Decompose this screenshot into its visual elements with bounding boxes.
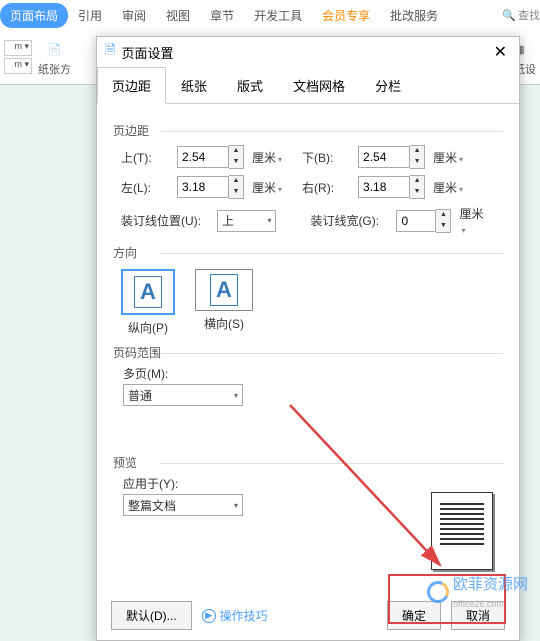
spin-up-icon[interactable]: ▲ [410,176,424,187]
group-orientation: 方向 [113,244,503,261]
dialog-title: 页面设置 [121,43,173,62]
spin-up-icon[interactable]: ▲ [410,146,424,157]
select-apply-to[interactable]: 整篇文档 [123,494,243,516]
spin-up-icon[interactable]: ▲ [229,146,243,157]
spin-down-icon[interactable]: ▼ [229,157,243,168]
dialog-icon: 🗎 [105,41,115,63]
label-multipage: 多页(M): [123,365,503,382]
ribbon-tab-member[interactable]: 会员专享 [312,3,380,28]
input-right[interactable]: ▲▼ [358,175,425,199]
spin-up-icon[interactable]: ▲ [436,210,450,221]
tab-layout[interactable]: 版式 [222,67,278,103]
label-top: 上(T): [121,149,171,166]
spin-up-icon[interactable]: ▲ [229,176,243,187]
ribbon-tab-references[interactable]: 引用 [68,3,112,28]
ribbon-tab-devtools[interactable]: 开发工具 [244,3,312,28]
group-preview: 预览 [113,454,503,471]
ribbon-tab-layout[interactable]: 页面布局 [0,3,68,28]
input-left[interactable]: ▲▼ [177,175,244,199]
spin-down-icon[interactable]: ▼ [410,157,424,168]
unit-top[interactable]: 厘米 [252,149,282,166]
paper-orientation-icon[interactable]: 📄 [43,37,67,61]
label-left: 左(L): [121,179,171,196]
unit-left[interactable]: 厘米 [252,179,282,196]
preview-thumbnail [431,492,493,570]
search-label: 查找 [518,7,540,23]
ribbon-tab-review[interactable]: 审阅 [112,3,156,28]
label-gutter-pos: 装订线位置(U): [121,212,211,229]
group-margins: 页边距 [113,122,503,139]
orientation-portrait[interactable]: A 纵向(P) [121,269,175,336]
tab-paper[interactable]: 纸张 [166,67,222,103]
page-setup-dialog: 🗎 页面设置 ✕ 页边距 纸张 版式 文档网格 分栏 页边距 上(T): ▲▼ … [96,36,520,641]
select-multipage[interactable]: 普通 [123,384,243,406]
close-icon[interactable]: ✕ [490,42,511,62]
group-page-range: 页码范围 [113,344,503,361]
cancel-button[interactable]: 取消 [451,601,505,630]
default-button[interactable]: 默认(D)... [111,601,192,630]
ribbon-tab-correction[interactable]: 批改服务 [380,3,448,28]
unit-bottom[interactable]: 厘米 [433,149,463,166]
orientation-landscape[interactable]: A 横向(S) [195,269,253,336]
orientation-landscape-label: 横向(S) [204,315,244,332]
tips-link[interactable]: ▶ 操作技巧 [202,607,268,624]
tab-columns[interactable]: 分栏 [360,67,416,103]
select-gutter-pos[interactable]: 上 [217,210,276,232]
input-top[interactable]: ▲▼ [177,145,244,169]
help-icon: ▶ [202,609,216,623]
unit-gutter[interactable]: 厘米 [459,205,489,236]
search-icon: 🔍 [502,9,516,22]
spin-down-icon[interactable]: ▼ [436,221,450,232]
tab-margins[interactable]: 页边距 [97,67,166,104]
input-bottom[interactable]: ▲▼ [358,145,425,169]
input-gutter-width[interactable]: ▲▼ [396,209,451,233]
unit-right[interactable]: 厘米 [433,179,463,196]
label-apply-to: 应用于(Y): [123,475,503,492]
label-gutter-width: 装订线宽(G): [310,212,390,229]
ribbon-tab-sections[interactable]: 章节 [200,3,244,28]
ribbon-tab-view[interactable]: 视图 [156,3,200,28]
orientation-portrait-label: 纵向(P) [128,319,168,336]
paper-orientation-label: 纸张方 [38,61,71,77]
spin-down-icon[interactable]: ▼ [410,187,424,198]
label-right: 右(R): [302,179,352,196]
tab-grid[interactable]: 文档网格 [278,67,360,103]
ok-button[interactable]: 确定 [387,601,441,630]
label-bottom: 下(B): [302,149,352,166]
spin-down-icon[interactable]: ▼ [229,187,243,198]
